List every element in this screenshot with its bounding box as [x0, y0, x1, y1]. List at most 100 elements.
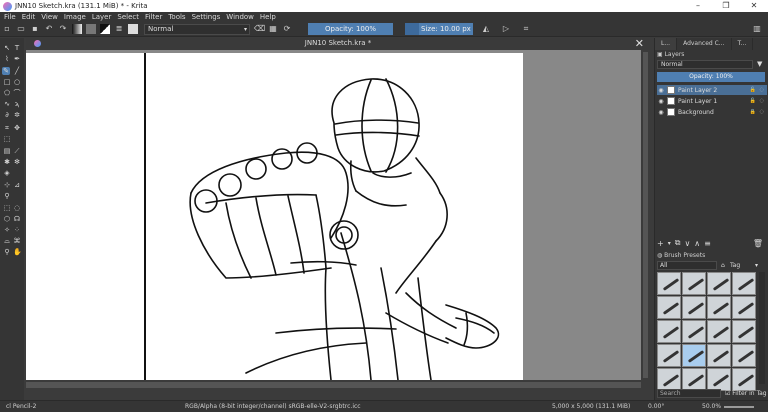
multibrush-icon[interactable]: ✲: [13, 111, 21, 119]
brush-preset[interactable]: [707, 296, 731, 319]
menu-view[interactable]: View: [41, 13, 58, 21]
pattern-icon[interactable]: [86, 24, 96, 34]
brush-presets-scrollbar[interactable]: [759, 272, 765, 384]
blend-mode-select[interactable]: Normal ▾: [144, 23, 250, 35]
text-tool-icon[interactable]: T: [13, 44, 21, 52]
menu-settings[interactable]: Settings: [192, 13, 221, 21]
bezier-select-icon[interactable]: ⌓: [3, 237, 11, 245]
add-layer-icon[interactable]: +: [657, 239, 664, 248]
tab-tool-options[interactable]: T...: [732, 38, 754, 50]
bezier-tool-icon[interactable]: ∿: [3, 100, 11, 108]
visibility-eye-icon[interactable]: ◉: [657, 87, 665, 94]
eraser-icon[interactable]: ⌫: [254, 24, 265, 34]
edit-shapes-icon[interactable]: ⌇: [3, 55, 11, 63]
freehand-select-icon[interactable]: ☊: [13, 215, 21, 223]
minimize-button[interactable]: –: [684, 0, 712, 12]
vertical-scrollbar[interactable]: [641, 50, 650, 380]
color-swatch-icon[interactable]: [100, 24, 110, 34]
polyline-tool-icon[interactable]: ⌒: [13, 89, 21, 97]
horizontal-scroll-thumb[interactable]: [26, 382, 641, 388]
close-document-icon[interactable]: ✕: [635, 37, 644, 50]
redo-icon[interactable]: ↷: [58, 24, 68, 34]
zoom-tool-icon[interactable]: ⚲: [3, 248, 11, 256]
select-shapes-icon[interactable]: ↖: [3, 44, 11, 52]
freehand-brush-icon[interactable]: ✎: [2, 67, 10, 75]
brush-preset[interactable]: [682, 296, 706, 319]
duplicate-layer-icon[interactable]: ⧉: [675, 238, 681, 248]
dynamic-brush-icon[interactable]: ∂: [3, 111, 11, 119]
layer-properties-icon[interactable]: ≡: [704, 239, 711, 248]
measure-tool-icon[interactable]: ⊿: [13, 181, 21, 189]
move-tool-icon[interactable]: ✥: [13, 124, 21, 132]
fill-tool-icon[interactable]: ◈: [3, 169, 11, 177]
pan-tool-icon[interactable]: ✋: [13, 248, 22, 256]
size-slider[interactable]: Size: 10.00 px: [405, 23, 473, 35]
brush-settings-icon[interactable]: ≣: [114, 24, 124, 34]
layer-row[interactable]: ◉ Paint Layer 1 🔓 ◌: [657, 96, 767, 106]
brush-search-input[interactable]: Search: [657, 388, 721, 398]
magnetic-select-icon[interactable]: ⌘: [13, 237, 21, 245]
layer-opacity-slider[interactable]: Opacity: 100%: [657, 72, 765, 82]
brush-preset-selected[interactable]: [682, 344, 706, 367]
freehand-path-icon[interactable]: ϡ: [13, 100, 21, 108]
layer-filter-icon[interactable]: ▼: [757, 60, 762, 68]
polygon-tool-icon[interactable]: ⬠: [3, 89, 11, 97]
reference-tool-icon[interactable]: ⚲: [3, 192, 11, 200]
open-document-icon[interactable]: ▭: [16, 24, 26, 34]
vertical-scroll-thumb[interactable]: [643, 52, 648, 378]
tag-menu-icon[interactable]: ▾: [755, 262, 758, 269]
gradient-tool-icon[interactable]: ▤: [3, 147, 11, 155]
ellipse-tool-icon[interactable]: ○: [13, 78, 21, 86]
layer-row[interactable]: ◉ Paint Layer 2 🔓 ◌: [657, 85, 767, 95]
polygon-select-icon[interactable]: ⬡: [3, 215, 11, 223]
add-layer-dropdown-icon[interactable]: ▾: [668, 240, 671, 247]
layer-flags-icon[interactable]: 🔓 ◌: [750, 98, 767, 104]
layer-blend-mode-select[interactable]: Normal: [657, 60, 753, 69]
paper-canvas[interactable]: [26, 53, 523, 380]
close-window-button[interactable]: ✕: [740, 0, 768, 12]
menu-window[interactable]: Window: [226, 13, 254, 21]
brush-preset[interactable]: [732, 344, 756, 367]
opacity-slider[interactable]: Opacity: 100%: [308, 23, 393, 35]
brush-preset[interactable]: [657, 272, 681, 295]
menu-help[interactable]: Help: [260, 13, 276, 21]
menu-edit[interactable]: Edit: [22, 13, 36, 21]
canvas-viewport[interactable]: [26, 50, 641, 380]
reload-preset-icon[interactable]: ⟳: [282, 24, 292, 34]
smart-patch-icon[interactable]: ✱: [3, 158, 11, 166]
menu-tools[interactable]: Tools: [168, 13, 185, 21]
color-picker-icon[interactable]: ⟋: [13, 147, 21, 155]
menu-filter[interactable]: Filter: [145, 13, 162, 21]
menu-layer[interactable]: Layer: [92, 13, 112, 21]
dock-layout-icon[interactable]: ▥: [752, 24, 762, 34]
menu-select[interactable]: Select: [117, 13, 139, 21]
brush-preset[interactable]: [707, 272, 731, 295]
brush-preset[interactable]: [707, 344, 731, 367]
layer-lock-icon[interactable]: 🔒 ◌: [750, 109, 767, 115]
tab-advanced-color[interactable]: Advanced C...: [677, 38, 732, 50]
brush-preset[interactable]: [732, 272, 756, 295]
maximize-button[interactable]: ❐: [712, 0, 740, 12]
layer-flags-icon[interactable]: 🔓 ◌: [750, 87, 767, 93]
visibility-eye-icon[interactable]: ◉: [657, 109, 665, 116]
rectangle-tool-icon[interactable]: □: [3, 78, 11, 86]
wrap-around-icon[interactable]: ⌗: [521, 24, 531, 34]
tab-layers[interactable]: L...: [655, 38, 678, 50]
line-tool-icon[interactable]: ╱: [13, 67, 21, 75]
gradient-icon[interactable]: [72, 24, 82, 34]
crop-tool-icon[interactable]: ⌗: [3, 124, 11, 132]
brush-preset[interactable]: [732, 296, 756, 319]
brush-preset[interactable]: [732, 320, 756, 343]
brush-preset[interactable]: [657, 344, 681, 367]
transform-tool-icon[interactable]: ⬚: [3, 135, 11, 143]
tag-label[interactable]: Tag: [730, 262, 740, 269]
menu-file[interactable]: File: [4, 13, 16, 21]
brush-preset[interactable]: [657, 296, 681, 319]
contiguous-select-icon[interactable]: ✧: [3, 226, 11, 234]
undo-icon[interactable]: ↶: [44, 24, 54, 34]
move-layer-up-icon[interactable]: ∧: [694, 239, 700, 248]
zoom-slider[interactable]: [724, 406, 754, 408]
move-layer-down-icon[interactable]: ∨: [684, 239, 690, 248]
save-icon[interactable]: ▪: [30, 24, 40, 34]
brush-preset[interactable]: [707, 320, 731, 343]
